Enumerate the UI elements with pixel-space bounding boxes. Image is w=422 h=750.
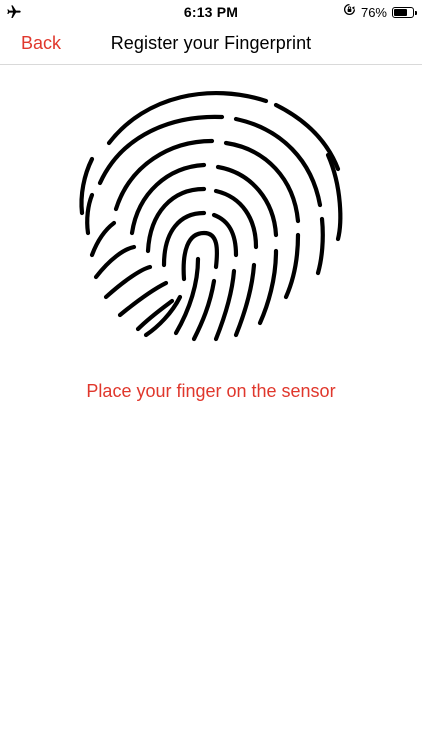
battery-tip: [415, 10, 417, 15]
instruction-text: Place your finger on the sensor: [86, 381, 336, 401]
battery-fill: [394, 8, 407, 16]
status-bar: 6:13 PM 76%: [0, 0, 422, 24]
battery-icon: [392, 6, 417, 18]
status-right-group: 76%: [343, 3, 417, 21]
fingerprint-icon: [76, 83, 346, 345]
page-title: Register your Fingerprint: [110, 33, 312, 53]
navigation-bar: Back Register your Fingerprint: [0, 24, 422, 65]
orientation-lock-icon: [343, 3, 356, 21]
battery-percent: 76%: [360, 4, 387, 20]
